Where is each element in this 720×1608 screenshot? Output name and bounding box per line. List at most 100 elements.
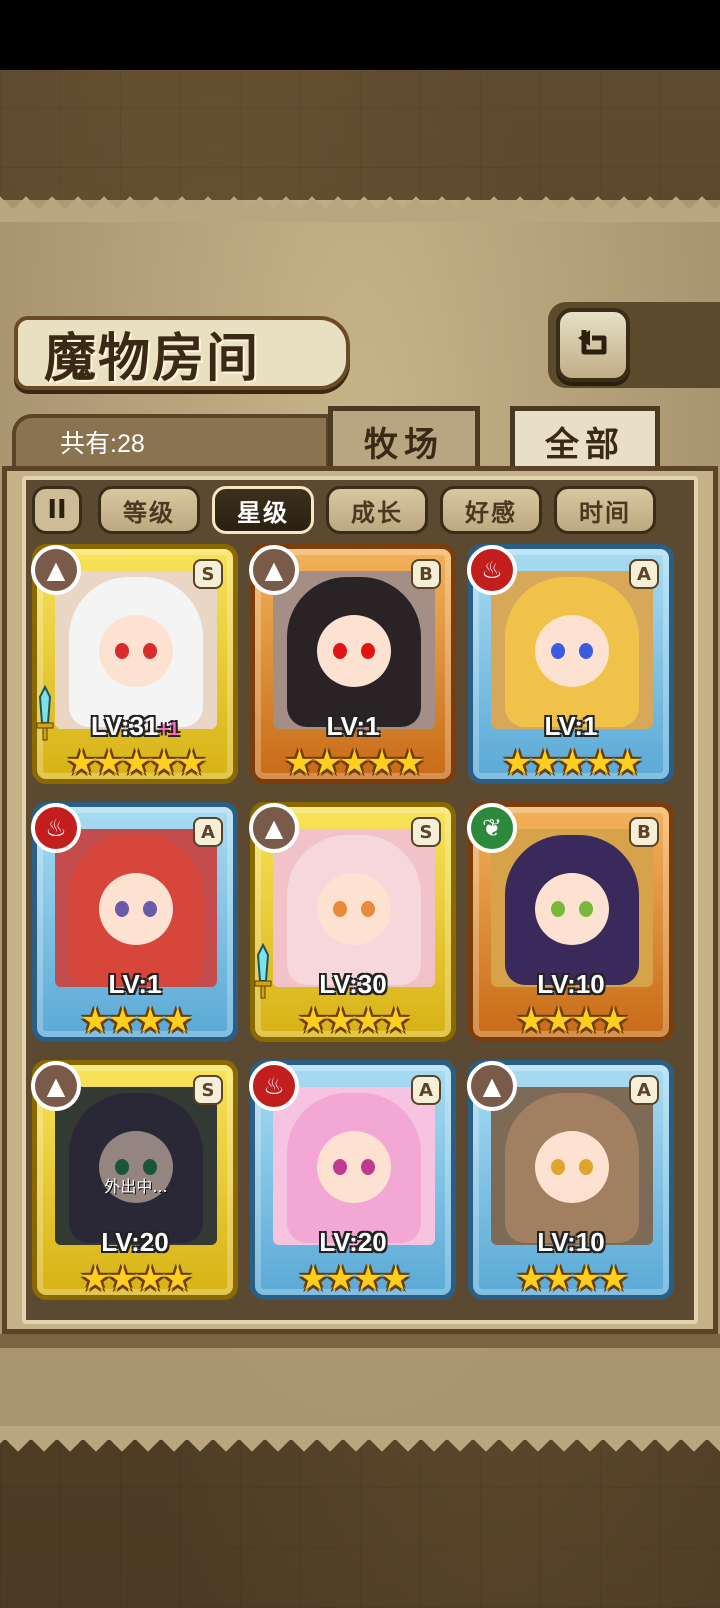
monster-portrait	[273, 571, 435, 729]
portrait-eye	[115, 901, 129, 917]
monster-card[interactable]: B ❦ LV:10 ★★★★	[467, 802, 674, 1042]
monster-level: LV:10	[473, 1227, 669, 1258]
monster-card[interactable]: B ▲ LV:1 ★★★★★	[249, 544, 456, 784]
star-rating: ★★★★	[80, 1001, 193, 1041]
panel-bottom-trim	[0, 1334, 720, 1348]
sort-affection-button[interactable]: 好感	[440, 486, 542, 534]
monster-level: LV:31+1	[37, 711, 233, 742]
level-value: LV:1	[108, 969, 162, 999]
portrait-face	[535, 873, 609, 945]
page-title: 魔物房间	[44, 327, 261, 389]
monster-card[interactable]: S ▲ LV:30 ★★★★	[249, 802, 456, 1042]
fire-element-icon: ♨	[249, 1061, 299, 1111]
level-value: LV:20	[101, 1227, 169, 1257]
portrait-face	[99, 873, 173, 945]
status-bar-area	[0, 0, 720, 70]
fire-element-icon: ♨	[31, 803, 81, 853]
star-rating: ★★★★	[298, 1259, 411, 1299]
portrait-face	[535, 1131, 609, 1203]
return-icon	[578, 330, 607, 355]
leaf-element-icon: ❦	[467, 803, 517, 853]
star-rating: ★★★★★	[502, 743, 642, 783]
tab-all[interactable]: 全部	[510, 406, 660, 472]
monster-level: LV:20	[37, 1227, 233, 1258]
monster-portrait	[491, 829, 653, 987]
fire-element-icon: ♨	[467, 545, 517, 595]
outing-status: 外出中...	[104, 1177, 168, 1196]
monster-card[interactable]: S ▲ LV:31+1 ★★★★★	[31, 544, 238, 784]
monster-card[interactable]: A ♨ LV:1 ★★★★★	[467, 544, 674, 784]
monster-card[interactable]: A ♨ LV:1 ★★★★	[31, 802, 238, 1042]
monster-level: LV:1	[473, 711, 669, 742]
sort-time-button[interactable]: 时间	[554, 486, 656, 534]
earth-element-icon: ▲	[31, 545, 81, 595]
monster-portrait: 外出中...	[55, 1087, 217, 1245]
monster-portrait	[491, 1087, 653, 1245]
portrait-face	[535, 615, 609, 687]
sort-growth-button[interactable]: 成长	[326, 486, 428, 534]
monster-portrait	[273, 1087, 435, 1245]
rank-badge: B	[629, 817, 659, 847]
portrait-eye	[579, 901, 593, 917]
star-rating: ★★★★★	[66, 743, 206, 783]
portrait-eye	[333, 1159, 347, 1175]
portrait-eye	[551, 901, 565, 917]
sort-order-toggle[interactable]: II	[32, 486, 82, 534]
rank-badge: A	[193, 817, 223, 847]
level-value: LV:1	[326, 711, 380, 741]
star-rating: ★★★★	[298, 1001, 411, 1041]
sort-level-button[interactable]: 等级	[98, 486, 200, 534]
parchment-bottom-edge	[0, 1426, 720, 1452]
earth-element-icon: ▲	[467, 1061, 517, 1111]
rank-badge: A	[629, 559, 659, 589]
rank-badge: A	[629, 1075, 659, 1105]
portrait-eye	[115, 643, 129, 659]
star-rating: ★★★★★	[284, 743, 424, 783]
level-value: LV:31	[91, 711, 159, 741]
portrait-eye	[143, 643, 157, 659]
rank-badge: S	[193, 1075, 223, 1105]
portrait-eye	[551, 1159, 565, 1175]
level-value: LV:10	[537, 1227, 605, 1257]
portrait-eye	[333, 901, 347, 917]
parchment-top-edge	[0, 196, 720, 222]
portrait-eye	[143, 901, 157, 917]
portrait-eye	[579, 643, 593, 659]
star-rating: ★★★★	[516, 1259, 629, 1299]
monster-level: LV:10	[473, 969, 669, 1000]
tab-ranch-label: 牧场	[364, 425, 444, 465]
earth-element-icon: ▲	[249, 545, 299, 595]
monster-portrait	[273, 829, 435, 987]
rank-badge: S	[193, 559, 223, 589]
portrait-eye	[579, 1159, 593, 1175]
portrait-face	[317, 873, 391, 945]
portrait-face	[317, 1131, 391, 1203]
monster-portrait	[491, 571, 653, 729]
monster-card[interactable]: A ♨ LV:20 ★★★★	[249, 1060, 456, 1300]
portrait-eye	[333, 643, 347, 659]
monster-count: 共有:28	[60, 430, 145, 458]
level-value: LV:20	[319, 1227, 387, 1257]
portrait-eye	[361, 1159, 375, 1175]
level-value: LV:1	[544, 711, 598, 741]
portrait-eye	[361, 643, 375, 659]
monster-level: LV:30	[255, 969, 451, 1000]
monster-card[interactable]: A ▲ LV:10 ★★★★	[467, 1060, 674, 1300]
sort-star-button[interactable]: 星级	[212, 486, 314, 534]
portrait-eye	[361, 901, 375, 917]
back-button[interactable]	[556, 308, 630, 382]
monster-level: LV:1	[255, 711, 451, 742]
outing-overlay	[55, 1087, 217, 1245]
tab-all-label: 全部	[545, 425, 625, 465]
level-bonus: +1	[158, 719, 179, 739]
level-value: LV:30	[319, 969, 387, 999]
earth-element-icon: ▲	[31, 1061, 81, 1111]
earth-element-icon: ▲	[249, 803, 299, 853]
rank-badge: S	[411, 817, 441, 847]
rank-badge: B	[411, 559, 441, 589]
monster-card[interactable]: 外出中... S ▲ LV:20 ★★★★	[31, 1060, 238, 1300]
monster-level: LV:20	[255, 1227, 451, 1258]
tab-ranch[interactable]: 牧场	[328, 406, 480, 472]
star-rating: ★★★★	[80, 1259, 193, 1299]
rank-badge: A	[411, 1075, 441, 1105]
